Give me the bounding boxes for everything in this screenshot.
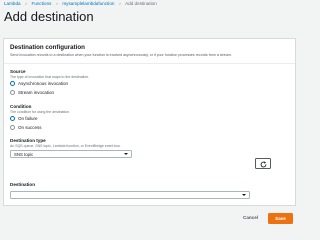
breadcrumb-separator: > xyxy=(118,1,122,6)
condition-hint: The condition for using the destination. xyxy=(10,110,71,114)
condition-label: Condition xyxy=(10,104,32,109)
radio-label: Stream invocation xyxy=(18,90,55,95)
destination-type-label: Destination type xyxy=(10,138,46,143)
radio-label: On success xyxy=(18,125,42,130)
radio-checked-indicator[interactable] xyxy=(10,81,15,86)
breadcrumb-item-functions[interactable]: Functions xyxy=(32,1,52,6)
radio-label: Asynchronous invocation xyxy=(18,81,69,86)
destination-type-select[interactable]: SNS topic xyxy=(10,150,132,158)
breadcrumb-separator: > xyxy=(24,1,28,6)
caret-down-icon xyxy=(242,194,246,196)
panel-description: Send invocation records to a destination… xyxy=(10,53,232,57)
source-label: Source xyxy=(10,69,26,74)
breadcrumb-separator: > xyxy=(55,1,59,6)
save-button[interactable]: Save xyxy=(268,213,293,224)
breadcrumb: Lambda > Functions > mysamplelambdafunct… xyxy=(4,1,157,7)
breadcrumb-item-function[interactable]: mysamplelambdafunction xyxy=(62,1,114,6)
panel-header: Destination configuration Send invocatio… xyxy=(4,39,295,64)
radio-unchecked-indicator[interactable] xyxy=(10,125,15,130)
radio-checked-indicator[interactable] xyxy=(10,116,15,121)
destination-type-hint: An SQS queue, SNS topic, Lambda function… xyxy=(10,144,121,148)
panel-title: Destination configuration xyxy=(10,44,85,51)
radio-asynchronous-invocation[interactable]: Asynchronous invocation xyxy=(10,80,68,87)
breadcrumb-item-lambda[interactable]: Lambda xyxy=(4,1,21,6)
radio-on-failure[interactable]: On failure xyxy=(10,115,38,122)
radio-unchecked-indicator[interactable] xyxy=(10,90,15,95)
breadcrumb-item-current: Add destination xyxy=(125,1,157,6)
radio-label: On failure xyxy=(18,116,38,121)
cancel-button[interactable]: Cancel xyxy=(243,215,258,220)
refresh-icon xyxy=(260,161,267,168)
destination-configuration-panel: Destination configuration Send invocatio… xyxy=(3,38,296,206)
destination-label: Destination xyxy=(10,182,36,187)
destination-select[interactable] xyxy=(10,191,250,199)
refresh-button[interactable] xyxy=(255,158,271,169)
radio-stream-invocation[interactable]: Stream invocation xyxy=(10,89,54,96)
caret-down-icon xyxy=(124,153,128,155)
page-title: Add destination xyxy=(4,9,94,24)
destination-type-value: SNS topic xyxy=(14,152,34,157)
radio-on-success[interactable]: On success xyxy=(10,124,42,131)
source-hint: The type of invocation that maps to the … xyxy=(10,75,90,79)
